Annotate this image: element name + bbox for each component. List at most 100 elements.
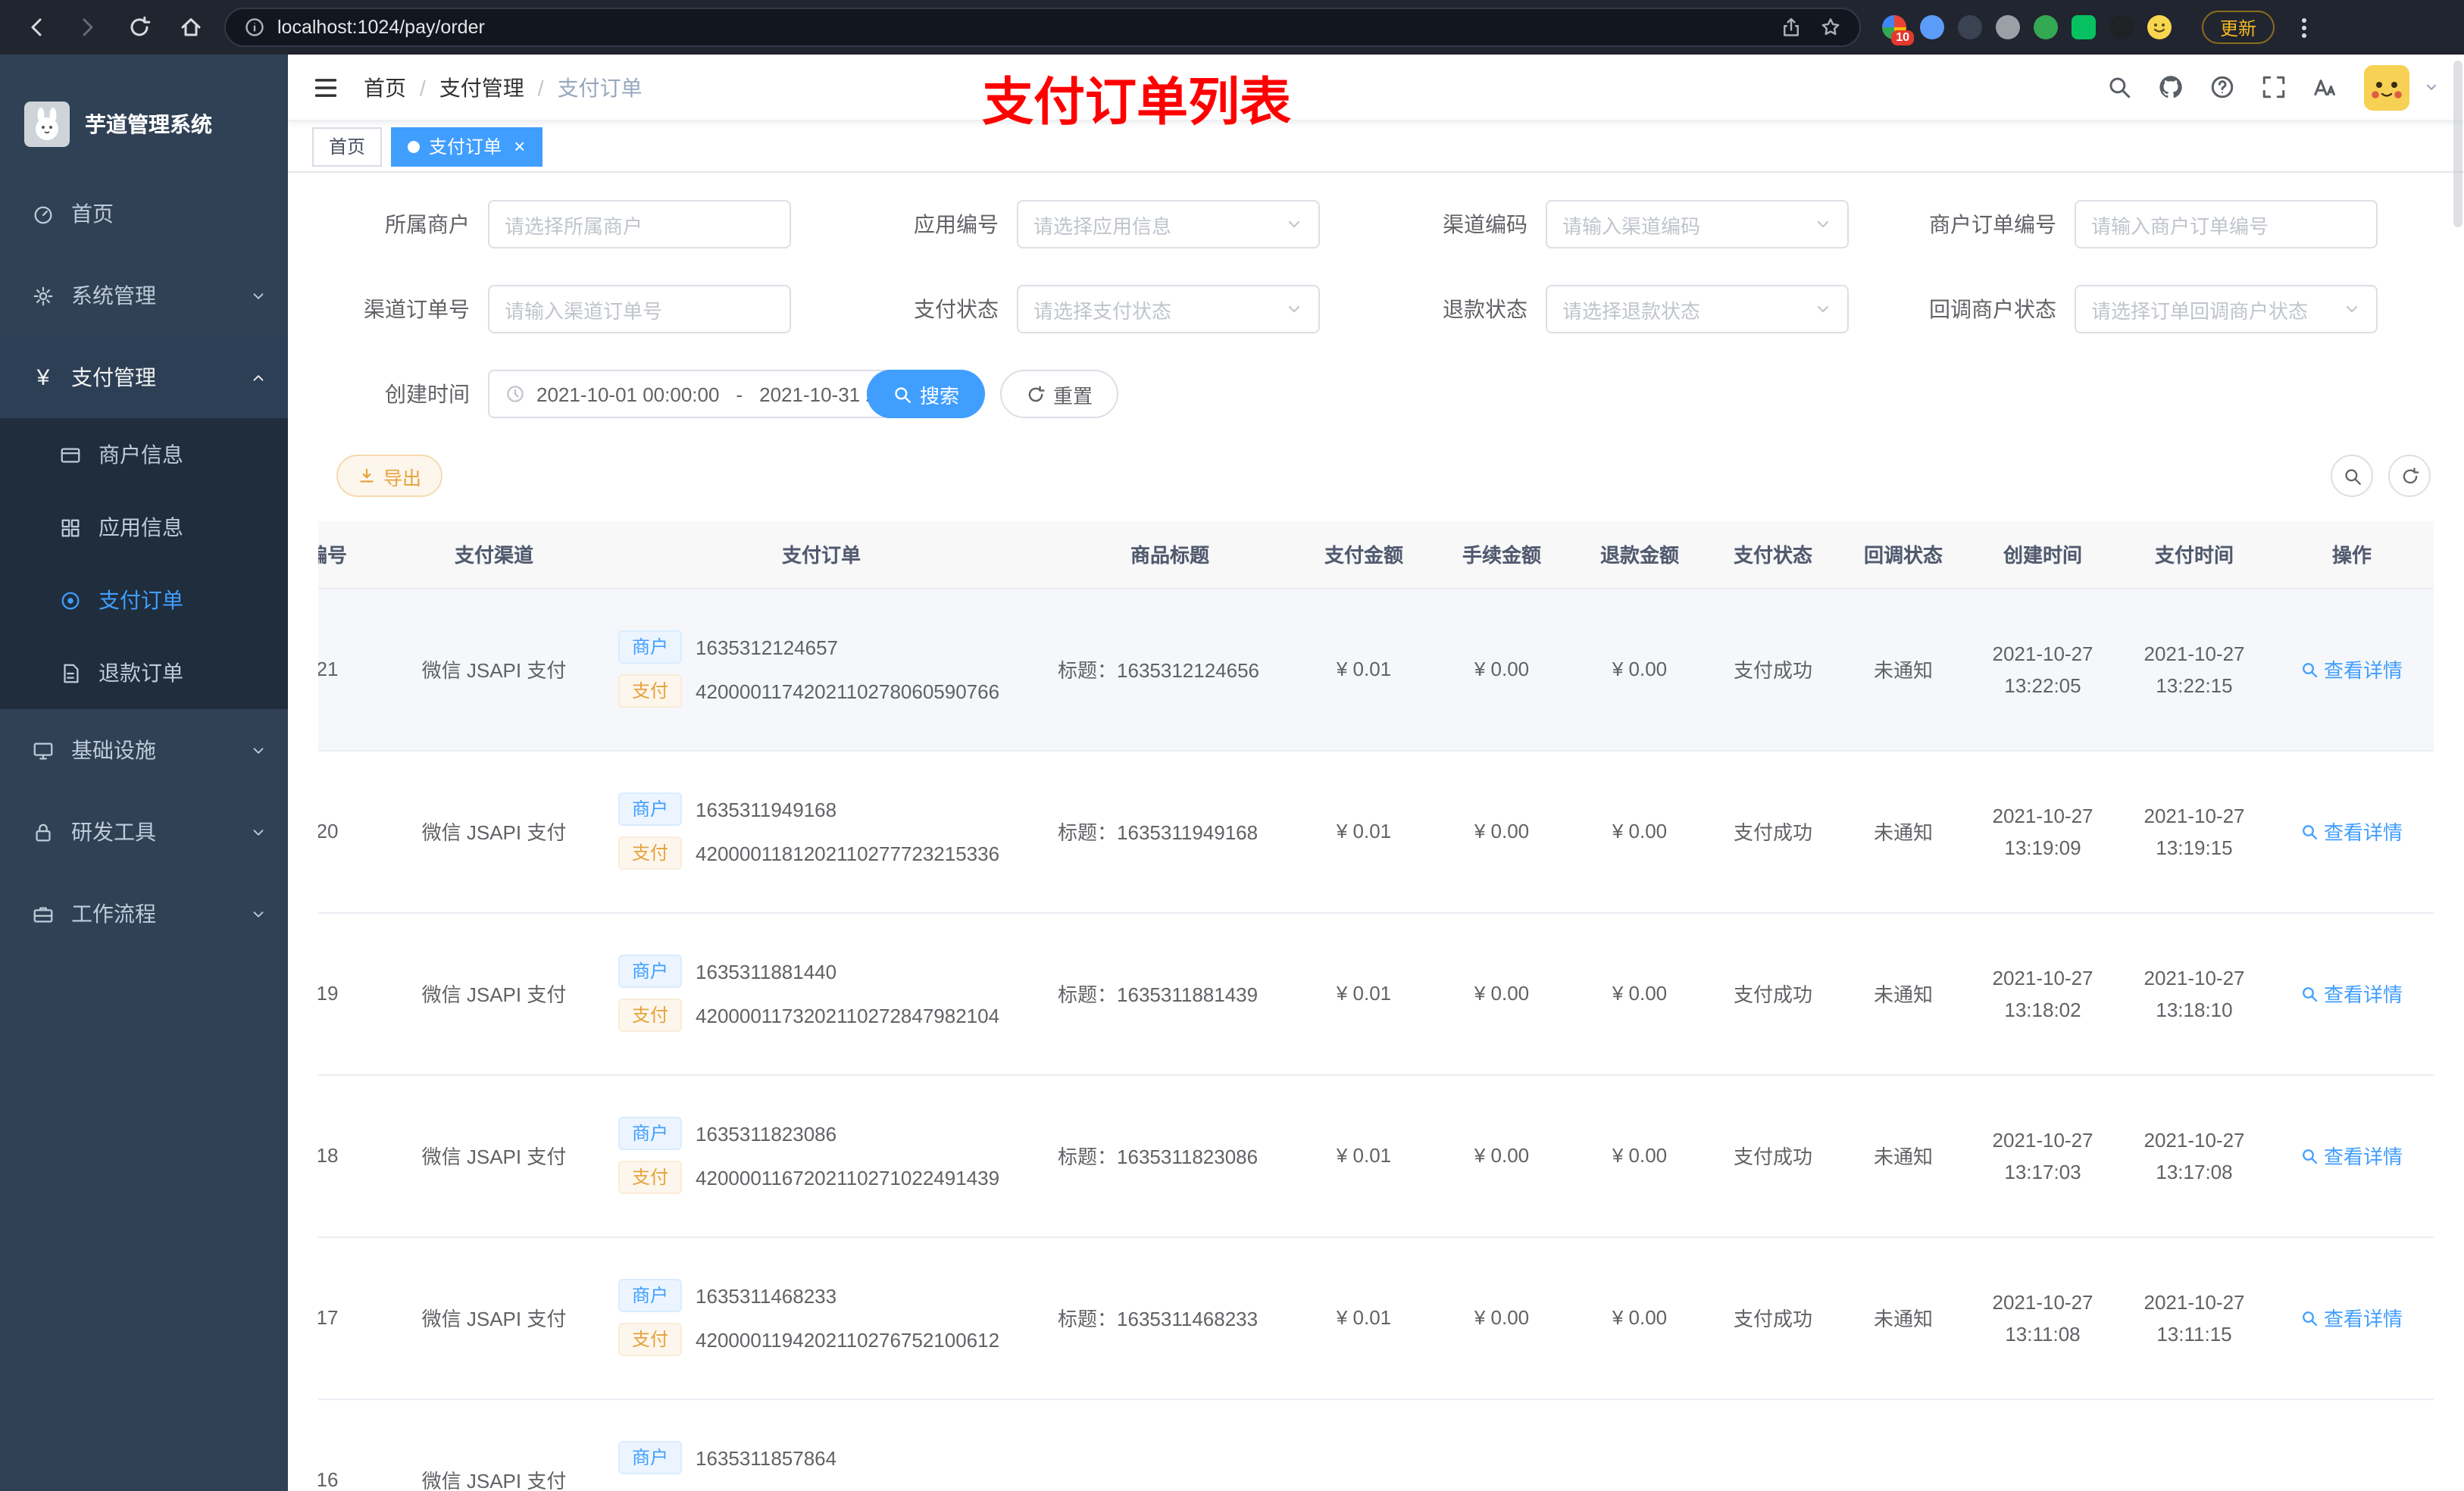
- reload-icon[interactable]: [121, 9, 158, 45]
- column-header[interactable]: 商品标题: [1043, 521, 1297, 589]
- column-header[interactable]: 支付订单: [600, 521, 1043, 589]
- filter-input[interactable]: 请选择退款状态: [1546, 285, 1849, 333]
- help-icon[interactable]: [2209, 74, 2235, 100]
- user-avatar[interactable]: [2364, 64, 2409, 110]
- menu-label: 商户信息: [98, 442, 183, 467]
- sidebar-item-payment[interactable]: ¥ 支付管理: [0, 336, 288, 418]
- product-title: 标题：1635311468233: [1043, 1236, 1297, 1399]
- collapse-sidebar-icon[interactable]: [312, 73, 339, 101]
- site-info-icon[interactable]: [244, 17, 265, 38]
- table-row[interactable]: 18 微信 JSAPI 支付 商户 1635311823086 支付 42000…: [318, 1074, 2434, 1237]
- filter-input[interactable]: 请选择所属商户: [488, 200, 791, 248]
- column-header[interactable]: 支付金额: [1297, 521, 1431, 589]
- browser-toolbar: localhost:1024/pay/order 10 更新: [0, 0, 2464, 55]
- column-header[interactable]: 操作: [2270, 521, 2434, 589]
- sidebar-item-pay-order[interactable]: 支付订单: [0, 564, 288, 636]
- tab-home[interactable]: 首页: [312, 127, 383, 166]
- table-row[interactable]: 16 微信 JSAPI 支付 商户 1635311857864 支付: [318, 1399, 2434, 1491]
- sidebar-item-app-info[interactable]: 应用信息: [0, 491, 288, 564]
- extension-colorful-icon[interactable]: 10: [1882, 15, 1914, 45]
- app-logo[interactable]: 芋道管理系统: [0, 55, 288, 173]
- table-row[interactable]: 17 微信 JSAPI 支付 商户 1635311468233 支付 42000…: [318, 1236, 2434, 1399]
- column-header[interactable]: 手续金额: [1431, 521, 1573, 589]
- view-detail-link[interactable]: 查看详情: [2301, 817, 2403, 846]
- filter-row-2: 渠道订单号 请输入渠道订单号 支付状态 请选择支付状态 退款状态 请选择退款状态…: [318, 285, 2434, 333]
- sidebar-item-devtools[interactable]: 研发工具: [0, 791, 288, 873]
- tab-pay-order[interactable]: 支付订单 ×: [391, 127, 543, 166]
- column-header[interactable]: 支付状态: [1706, 521, 1840, 589]
- column-header[interactable]: 创建时间: [1967, 521, 2118, 589]
- toggle-search-icon[interactable]: [2331, 455, 2373, 497]
- fee-amount: ¥ 0.00: [1431, 1074, 1573, 1237]
- avatar-dropdown-caret-icon[interactable]: [2423, 79, 2440, 95]
- reset-button[interactable]: 重置: [1000, 370, 1119, 418]
- table-row[interactable]: 20 微信 JSAPI 支付 商户 1635311949168 支付 42000…: [318, 750, 2434, 913]
- fullscreen-icon[interactable]: [2261, 74, 2287, 100]
- sidebar-item-system[interactable]: 系统管理: [0, 255, 288, 336]
- extension-green-icon[interactable]: [2034, 15, 2058, 39]
- filter-input[interactable]: 请选择支付状态: [1017, 285, 1320, 333]
- refresh-table-icon[interactable]: [2388, 455, 2431, 497]
- sidebar-item-home[interactable]: 首页: [0, 173, 288, 255]
- merchant-order-line: 商户 1635311881440: [618, 955, 1033, 988]
- sidebar-item-workflow[interactable]: 工作流程: [0, 873, 288, 955]
- extension-chat-icon[interactable]: [2072, 15, 2096, 39]
- column-header[interactable]: 编号: [318, 521, 388, 589]
- extension-dark-icon[interactable]: [1958, 15, 1982, 39]
- filter-input[interactable]: 请选择订单回调商户状态: [2075, 285, 2378, 333]
- browser-menu-icon[interactable]: [2302, 17, 2307, 37]
- breadcrumb-home[interactable]: 首页: [364, 72, 406, 102]
- table-row[interactable]: 19 微信 JSAPI 支付 商户 1635311881440 支付 42000…: [318, 912, 2434, 1075]
- column-header[interactable]: 回调状态: [1840, 521, 1967, 589]
- search-icon[interactable]: [2106, 74, 2132, 100]
- search-button[interactable]: 搜索: [867, 370, 986, 418]
- view-detail-link[interactable]: 查看详情: [2301, 1141, 2403, 1170]
- scrollbar-thumb[interactable]: [2453, 61, 2462, 227]
- filter-input[interactable]: 请输入渠道编码: [1546, 200, 1849, 248]
- refund-amount: ¥ 0.00: [1573, 912, 1706, 1075]
- pay-time: 2021-10-27 13:18:10: [2118, 912, 2270, 1075]
- merchant-order-no: 1635311881440: [696, 960, 837, 983]
- share-icon[interactable]: [1781, 17, 1802, 38]
- bookmark-star-icon[interactable]: [1820, 17, 1841, 38]
- font-size-icon[interactable]: [2312, 74, 2338, 100]
- merchant-tag: 商户: [618, 955, 683, 988]
- window-scrollbar[interactable]: [2453, 61, 2462, 1485]
- extension-blue-icon[interactable]: [1920, 15, 1944, 39]
- screen: localhost:1024/pay/order 10 更新 芋道管理系统 首页…: [0, 0, 2464, 1491]
- sidebar-item-merchant-info[interactable]: 商户信息: [0, 418, 288, 491]
- refund-amount: ¥ 0.00: [1573, 1236, 1706, 1399]
- export-button[interactable]: 导出: [336, 455, 443, 497]
- filter-input[interactable]: 请输入渠道订单号: [488, 285, 791, 333]
- view-detail-link[interactable]: 查看详情: [2301, 1303, 2403, 1332]
- view-detail-link[interactable]: 查看详情: [2301, 979, 2403, 1008]
- logo-image: [24, 102, 70, 147]
- filter-notify-status: 回调商户状态 请选择订单回调商户状态: [1905, 285, 2434, 333]
- sidebar-item-refund-order[interactable]: 退款订单: [0, 636, 288, 709]
- back-icon[interactable]: [18, 9, 55, 45]
- extension-gray-icon[interactable]: [1996, 15, 2020, 39]
- view-detail-link[interactable]: 查看详情: [2301, 655, 2403, 683]
- extension-pin-icon[interactable]: [2109, 15, 2134, 39]
- filter-input[interactable]: 请输入商户订单编号: [2075, 200, 2378, 248]
- extension-emoji-icon[interactable]: [2147, 15, 2172, 39]
- forward-icon[interactable]: [70, 9, 106, 45]
- pay-order-cell: 商户 1635311881440 支付 42000011732021102728…: [600, 912, 1043, 1075]
- chevron-down-icon: [1285, 300, 1303, 318]
- chevron-icon: [250, 369, 267, 386]
- filter-input[interactable]: 请选择应用信息: [1017, 200, 1320, 248]
- tab-close-icon[interactable]: ×: [514, 136, 525, 156]
- browser-update-button[interactable]: 更新: [2202, 11, 2275, 44]
- table-row[interactable]: 21 微信 JSAPI 支付 商户 1635312124657 支付 42000…: [318, 588, 2434, 751]
- sidebar-item-infra[interactable]: 基础设施: [0, 709, 288, 791]
- breadcrumb-pay-manage[interactable]: 支付管理: [439, 72, 524, 102]
- github-icon[interactable]: [2158, 74, 2184, 100]
- lock-icon: [30, 819, 56, 845]
- url-bar[interactable]: localhost:1024/pay/order: [224, 8, 1861, 47]
- export-button-label: 导出: [383, 467, 422, 489]
- column-header[interactable]: 支付时间: [2118, 521, 2270, 589]
- pay-time: [2118, 1399, 2270, 1491]
- home-icon[interactable]: [173, 9, 209, 45]
- column-header[interactable]: 支付渠道: [388, 521, 600, 589]
- column-header[interactable]: 退款金额: [1573, 521, 1706, 589]
